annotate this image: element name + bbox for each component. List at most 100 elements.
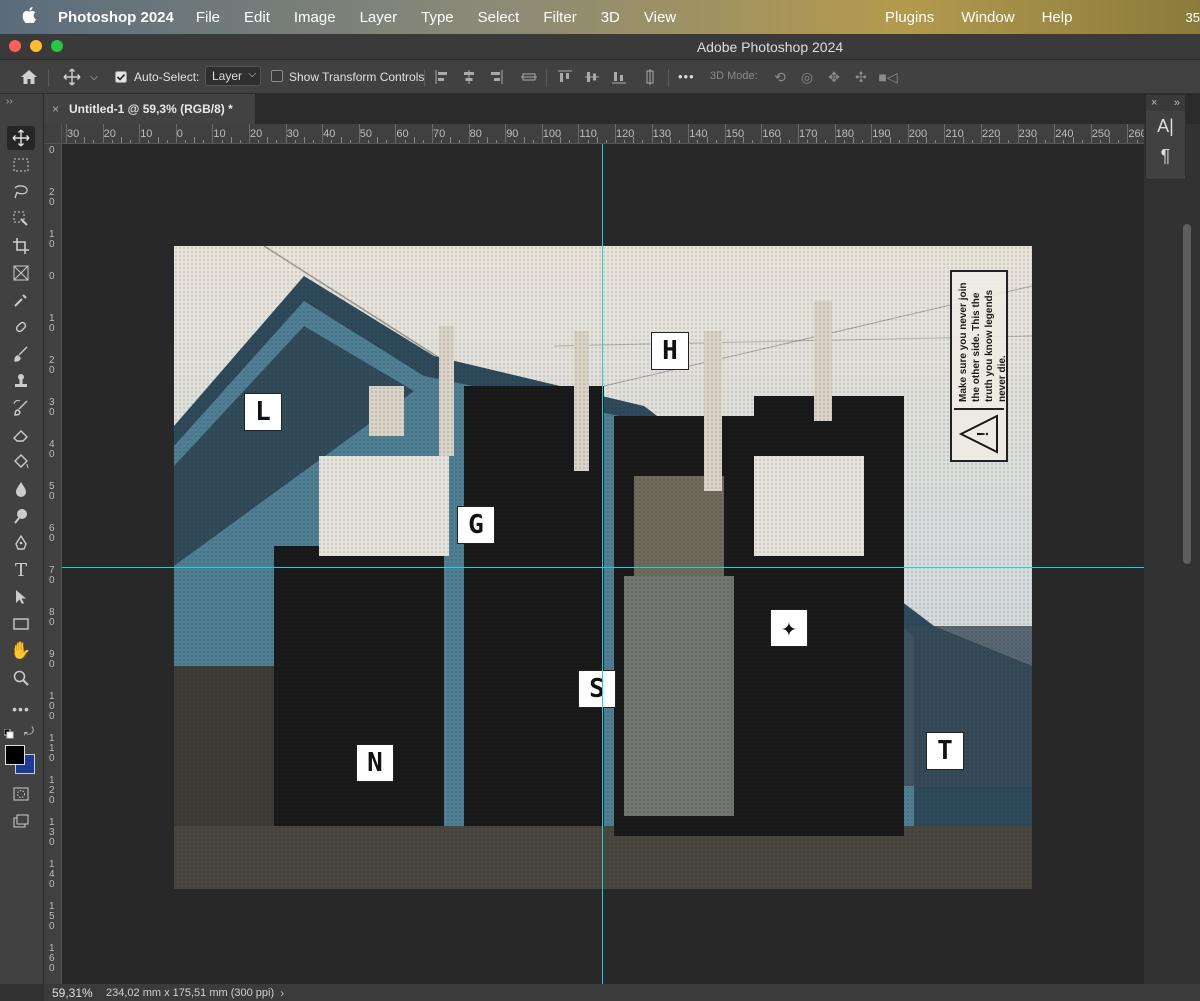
ruler-h-label: 150 — [725, 128, 745, 140]
paint-bucket-icon[interactable] — [7, 450, 35, 474]
menu-help[interactable]: Help — [1042, 9, 1073, 26]
auto-select-dropdown[interactable]: Layer ⌵ — [205, 66, 261, 86]
3d-orbit-icon[interactable]: ⟲ — [770, 68, 790, 86]
pen-icon[interactable] — [7, 531, 35, 555]
ruler-h-label: 240 — [1055, 128, 1074, 140]
menu-image[interactable]: Image — [294, 9, 336, 26]
auto-select-value: Layer — [212, 69, 243, 83]
swap-colors-icon[interactable]: ⤾ — [24, 724, 34, 739]
notice-text: Make sure you never join the other side.… — [958, 282, 1008, 403]
hand-icon[interactable]: ✋ — [7, 639, 35, 663]
ruler-h-label: 260 — [1128, 128, 1144, 140]
screen-mode-icon[interactable] — [7, 809, 35, 833]
ruler-h-label: 200 — [908, 128, 928, 140]
tools-panel: ›› T ✋ ••• ⤾ — [0, 94, 44, 984]
edit-toolbar-icon[interactable]: ••• — [7, 697, 35, 721]
ruler-origin[interactable] — [44, 124, 62, 144]
status-menu-chevron-icon[interactable]: › — [280, 986, 284, 1000]
history-brush-icon[interactable] — [7, 396, 35, 420]
menu-3d[interactable]: 3D — [601, 9, 620, 26]
panel-collapse-icon[interactable]: » — [1174, 97, 1180, 109]
menu-filter[interactable]: Filter — [543, 9, 576, 26]
tool-preset-chevron-icon[interactable]: ⌵ — [88, 68, 100, 86]
window-title: Adobe Photoshop 2024 — [696, 39, 844, 55]
vertical-scrollbar[interactable] — [1183, 224, 1191, 564]
crop-icon[interactable] — [7, 234, 35, 258]
panel-close-icon[interactable]: × — [1151, 97, 1157, 109]
ruler-h-label: 0 — [176, 128, 183, 140]
app-menu[interactable]: Photoshop 2024 — [58, 9, 174, 26]
move-icon[interactable] — [7, 126, 35, 150]
object-select-icon[interactable] — [7, 207, 35, 231]
menu-select[interactable]: Select — [478, 9, 520, 26]
type-icon[interactable]: T — [7, 558, 35, 582]
menu-window[interactable]: Window — [961, 9, 1014, 26]
collapse-panel-icon[interactable]: ›› — [6, 96, 13, 107]
vertical-ruler[interactable]: 0 20 10 0 10 20 30 40 50 60 70 80 90 100 110 120 130 140 1… — [44, 144, 62, 984]
menu-plugins[interactable]: Plugins — [885, 9, 934, 26]
eyedropper-icon[interactable] — [7, 288, 35, 312]
horizontal-guide[interactable] — [62, 567, 1144, 568]
lasso-icon[interactable] — [7, 180, 35, 204]
ruler-h-label: 10 — [140, 128, 153, 140]
ruler-v-label: 140 — [49, 859, 55, 890]
healing-brush-icon[interactable] — [7, 315, 35, 339]
ruler-v-label: 90 — [49, 649, 55, 670]
eraser-icon[interactable] — [7, 423, 35, 447]
document-tab[interactable]: × Untitled-1 @ 59,3% (RGB/8) * — [44, 94, 256, 124]
ruler-v-label: 20 — [49, 355, 55, 376]
ruler-h-label: 120 — [616, 128, 635, 140]
menu-file[interactable]: File — [196, 9, 220, 26]
align-horizontal-center-icon[interactable] — [460, 68, 478, 86]
brush-icon[interactable] — [7, 342, 35, 366]
clone-stamp-icon[interactable] — [7, 369, 35, 393]
align-left-icon[interactable] — [433, 68, 451, 86]
distribute-vertical-icon[interactable] — [641, 68, 659, 86]
path-select-icon[interactable] — [7, 585, 35, 609]
dodge-icon[interactable] — [7, 504, 35, 528]
foreground-color-swatch[interactable] — [5, 745, 25, 765]
vertical-guide[interactable] — [602, 144, 603, 984]
home-icon[interactable] — [18, 68, 40, 86]
menu-layer[interactable]: Layer — [360, 9, 398, 26]
zoom-level[interactable]: 59,31% — [44, 986, 106, 1000]
align-right-icon[interactable] — [487, 68, 505, 86]
default-colors-icon[interactable] — [3, 726, 14, 739]
ruler-h-label: 160 — [762, 128, 781, 140]
ruler-h-label: 210 — [945, 128, 964, 140]
ruler-v-label: 30 — [49, 397, 55, 418]
3d-camera-icon[interactable]: ■◁ — [878, 68, 898, 86]
status-bar: 59,31% 234,02 mm x 175,51 mm (300 ppi) › — [44, 984, 1200, 1001]
distribute-icon[interactable] — [519, 68, 539, 86]
ruler-h-label: 40 — [323, 128, 336, 140]
document-size-info[interactable]: 234,02 mm x 175,51 mm (300 ppi) — [106, 987, 274, 999]
paragraph-panel-icon[interactable]: ¶ — [1146, 141, 1185, 171]
show-transform-checkbox[interactable] — [271, 70, 283, 85]
blur-icon[interactable] — [7, 477, 35, 501]
marquee-icon[interactable] — [7, 153, 35, 177]
more-options-button[interactable]: ••• — [678, 69, 695, 84]
align-bottom-icon[interactable] — [610, 68, 628, 86]
menu-edit[interactable]: Edit — [244, 9, 270, 26]
menu-view[interactable]: View — [644, 9, 676, 26]
horizontal-ruler[interactable]: 30 20 10 0 10 20 30 40 50 60 70 80 90 100 110 120 130 140… — [62, 124, 1144, 144]
menu-type[interactable]: Type — [421, 9, 454, 26]
3d-slide-icon[interactable]: ✣ — [851, 68, 871, 86]
zoom-icon[interactable] — [7, 666, 35, 690]
apple-menu-icon[interactable] — [22, 6, 44, 28]
align-top-icon[interactable] — [556, 68, 574, 86]
canvas-area[interactable]: L G H ✦ S N T Make sure you never join t… — [62, 144, 1144, 984]
rectangle-icon[interactable] — [7, 612, 35, 636]
menubar-clock: 35 — [1185, 10, 1200, 25]
align-vertical-center-icon[interactable] — [583, 68, 601, 86]
character-panel-icon[interactable]: A| — [1146, 111, 1185, 141]
3d-pan-icon[interactable]: ✥ — [824, 68, 844, 86]
ruler-v-label: 80 — [49, 607, 55, 628]
frame-icon[interactable] — [7, 261, 35, 285]
move-tool-icon[interactable] — [60, 68, 84, 86]
3d-roll-icon[interactable]: ◎ — [797, 68, 817, 86]
auto-select-checkbox[interactable] — [114, 68, 128, 86]
ruler-h-label: 140 — [689, 128, 708, 140]
close-tab-icon[interactable]: × — [52, 102, 59, 116]
quick-mask-icon[interactable] — [7, 782, 35, 806]
